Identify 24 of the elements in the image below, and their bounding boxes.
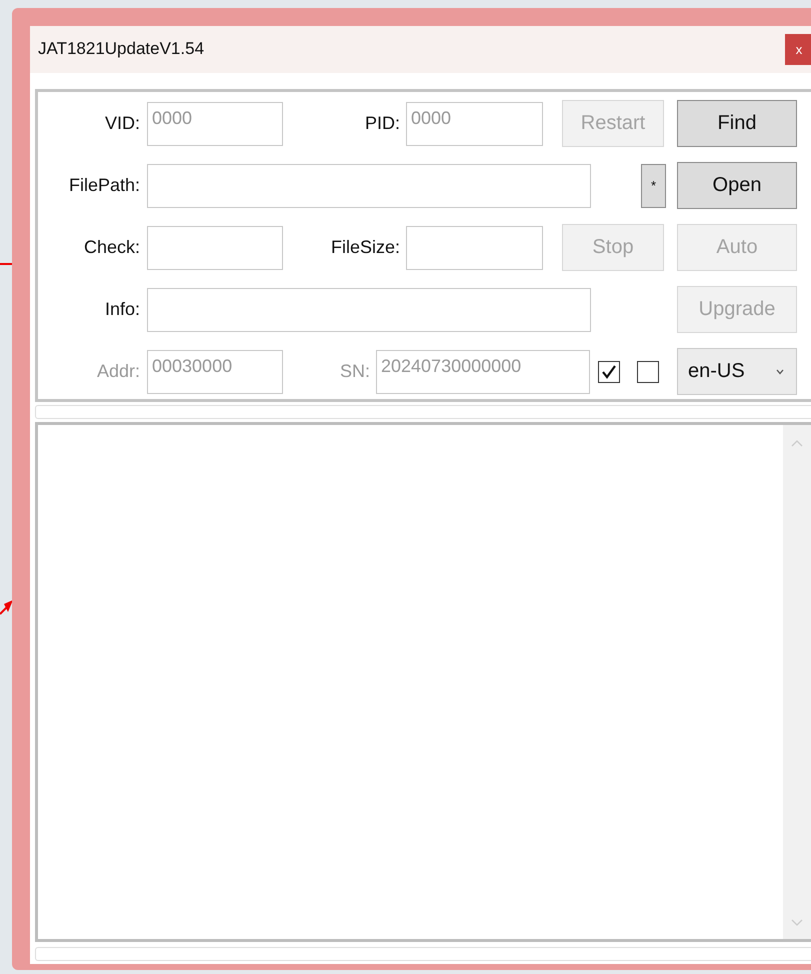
chevron-down-icon <box>776 368 784 375</box>
field-label: SN: <box>338 361 370 382</box>
input-field[interactable] <box>147 288 591 332</box>
field-label: VID: <box>104 113 140 134</box>
checkbox[interactable] <box>598 360 620 383</box>
chevron-down-icon <box>791 919 803 928</box>
language-dropdown[interactable]: en-US <box>677 348 797 396</box>
field-label: FileSize: <box>330 237 400 258</box>
field-label: FilePath: <box>68 175 140 196</box>
field-label: Addr: <box>96 361 140 382</box>
action-button[interactable]: Open <box>677 162 797 210</box>
window-title: JAT1821UpdateV1.54 <box>38 39 204 60</box>
scrollbar[interactable] <box>783 425 811 940</box>
small-button[interactable]: * <box>641 164 666 208</box>
input-field[interactable] <box>406 226 543 270</box>
input-field[interactable] <box>147 164 591 208</box>
action-button[interactable]: Find <box>677 100 797 148</box>
field-label: Info: <box>104 299 140 320</box>
chevron-up-icon <box>791 439 803 448</box>
checkbox[interactable] <box>637 360 659 383</box>
field-label: Check: <box>82 237 140 258</box>
close-button[interactable]: x <box>785 34 811 65</box>
input-field[interactable] <box>147 226 283 270</box>
field-label: PID: <box>364 113 400 134</box>
